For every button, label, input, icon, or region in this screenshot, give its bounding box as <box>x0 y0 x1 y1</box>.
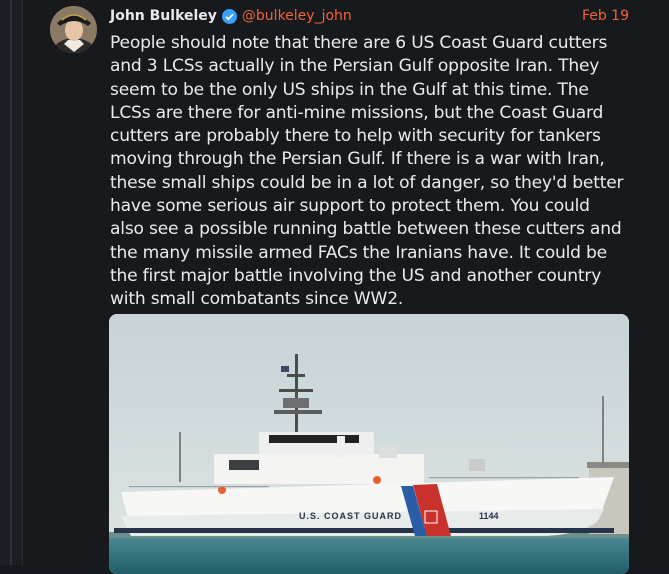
avatar[interactable] <box>50 6 97 53</box>
thread-line <box>10 0 12 565</box>
author-name[interactable]: John Bulkeley <box>110 8 217 24</box>
post-image[interactable]: U.S. COAST GUARD 1144 <box>109 314 629 574</box>
hull-text: U.S. COAST GUARD <box>299 511 402 521</box>
thread-rail <box>0 0 23 565</box>
hull-number: 1144 <box>479 511 499 521</box>
post-text: People should note that there are 6 US C… <box>110 33 624 310</box>
coast-guard-cutter-image: U.S. COAST GUARD 1144 <box>109 314 629 574</box>
post-date[interactable]: Feb 19 <box>582 8 629 24</box>
post-header: John Bulkeley @bulkeley_john <box>110 5 629 27</box>
avatar-portrait-icon <box>50 6 97 53</box>
verified-check-icon <box>221 8 237 24</box>
post-card: John Bulkeley @bulkeley_john Feb 19 Peop… <box>0 0 669 574</box>
author-handle[interactable]: @bulkeley_john <box>242 8 352 24</box>
